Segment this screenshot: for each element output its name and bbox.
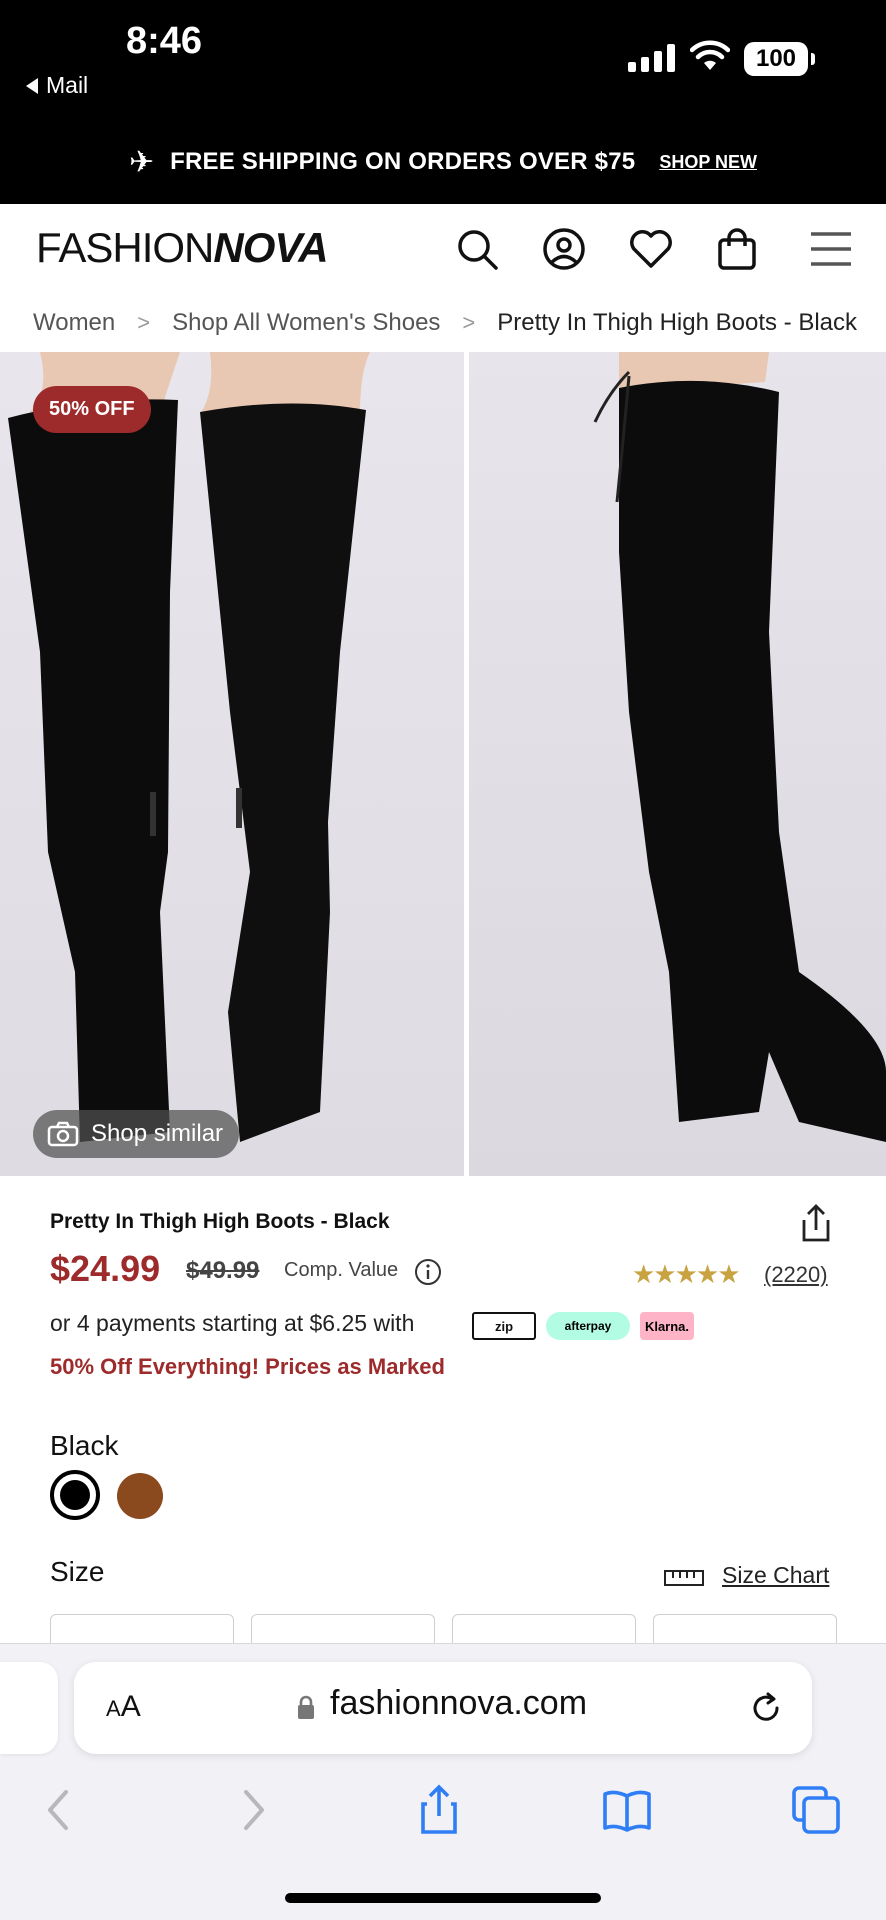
cellular-signal-icon xyxy=(628,44,675,72)
zip-logo[interactable]: zip xyxy=(472,1312,536,1340)
ruler-icon xyxy=(664,1570,704,1586)
url-text[interactable]: fashionnova.com xyxy=(330,1684,587,1723)
size-label: Size xyxy=(50,1556,105,1587)
back-label: Mail xyxy=(46,72,89,98)
color-swatch-black[interactable] xyxy=(50,1470,100,1520)
breadcrumb-current: Pretty In Thigh High Boots - Black xyxy=(497,309,857,336)
discount-badge: 50% OFF xyxy=(33,386,151,433)
promo-bar: ✈ FREE SHIPPING ON ORDERS OVER $75 SHOP … xyxy=(0,120,886,204)
browser-toolbar: AA fashionnova.com xyxy=(0,1643,886,1920)
address-bar[interactable]: AA fashionnova.com xyxy=(74,1662,812,1754)
battery-indicator: 100 xyxy=(744,42,815,76)
original-price: $49.99 xyxy=(186,1257,260,1284)
boots-side-illustration xyxy=(593,352,886,1142)
search-icon[interactable] xyxy=(454,226,500,272)
product-image-side[interactable] xyxy=(469,352,886,1176)
account-icon[interactable] xyxy=(541,226,587,272)
product-title: Pretty In Thigh High Boots - Black xyxy=(50,1210,390,1233)
reload-icon[interactable] xyxy=(746,1688,786,1728)
forward-icon[interactable] xyxy=(226,1784,278,1836)
product-gallery[interactable]: 50% OFF Shop similar xyxy=(0,352,886,1176)
sale-price: $24.99 xyxy=(50,1248,161,1289)
info-icon[interactable] xyxy=(414,1258,442,1286)
shop-similar-button[interactable]: Shop similar xyxy=(33,1110,240,1158)
back-to-mail[interactable]: Mail xyxy=(26,72,88,99)
back-icon[interactable] xyxy=(34,1784,86,1836)
back-arrow-icon xyxy=(26,77,38,94)
menu-icon[interactable] xyxy=(808,226,854,272)
breadcrumb-shoes[interactable]: Shop All Women's Shoes xyxy=(172,309,440,337)
status-bar: 8:46 Mail 100 xyxy=(0,0,886,120)
selected-color-label: Black xyxy=(50,1430,119,1461)
logo-part-bold: NOVA xyxy=(213,224,328,271)
review-count-link[interactable]: (2220) xyxy=(764,1262,828,1288)
heart-icon[interactable] xyxy=(628,226,674,272)
klarna-logo[interactable]: Klarna. xyxy=(640,1312,694,1340)
size-chart-link[interactable]: Size Chart xyxy=(722,1562,829,1589)
bag-icon[interactable] xyxy=(714,226,760,272)
product-image-front[interactable]: 50% OFF Shop similar xyxy=(0,352,464,1176)
promo-note: 50% Off Everything! Prices as Marked xyxy=(50,1354,445,1379)
promo-text: FREE SHIPPING ON ORDERS OVER $75 xyxy=(170,148,636,175)
rating-stars[interactable]: ★★★★★ xyxy=(632,1259,741,1290)
share-icon[interactable] xyxy=(796,1202,836,1244)
wifi-icon xyxy=(690,40,730,70)
breadcrumb: Women > Shop All Women's Shoes > Pretty … xyxy=(0,294,886,352)
camera-icon xyxy=(47,1121,79,1147)
comp-value-label: Comp. Value xyxy=(284,1259,399,1281)
home-indicator[interactable] xyxy=(285,1893,601,1903)
share-sheet-icon[interactable] xyxy=(413,1784,465,1836)
shop-new-link[interactable]: SHOP NEW xyxy=(659,152,757,173)
tabs-icon[interactable] xyxy=(790,1784,842,1836)
color-swatch-brown[interactable] xyxy=(117,1473,163,1519)
fashionnova-logo[interactable]: FASHIONNOVA xyxy=(36,224,329,272)
breadcrumb-separator: > xyxy=(462,310,476,335)
shop-similar-label: Shop similar xyxy=(91,1120,224,1147)
reader-settings-button[interactable]: AA xyxy=(106,1690,141,1724)
clock: 8:46 xyxy=(126,20,203,62)
logo-part-light: FASHION xyxy=(36,224,214,271)
boots-front-illustration xyxy=(8,352,370,1142)
afterpay-logo[interactable]: afterpay xyxy=(546,1312,630,1340)
bookmarks-icon[interactable] xyxy=(601,1784,653,1836)
breadcrumb-separator: > xyxy=(137,310,151,335)
lock-icon xyxy=(298,1695,314,1719)
site-header: FASHIONNOVA xyxy=(0,204,886,294)
breadcrumb-women[interactable]: Women xyxy=(33,309,115,337)
previous-tab-peek[interactable] xyxy=(0,1662,58,1754)
installments-text: or 4 payments starting at $6.25 with xyxy=(50,1310,415,1336)
airplane-icon: ✈ xyxy=(128,145,155,179)
